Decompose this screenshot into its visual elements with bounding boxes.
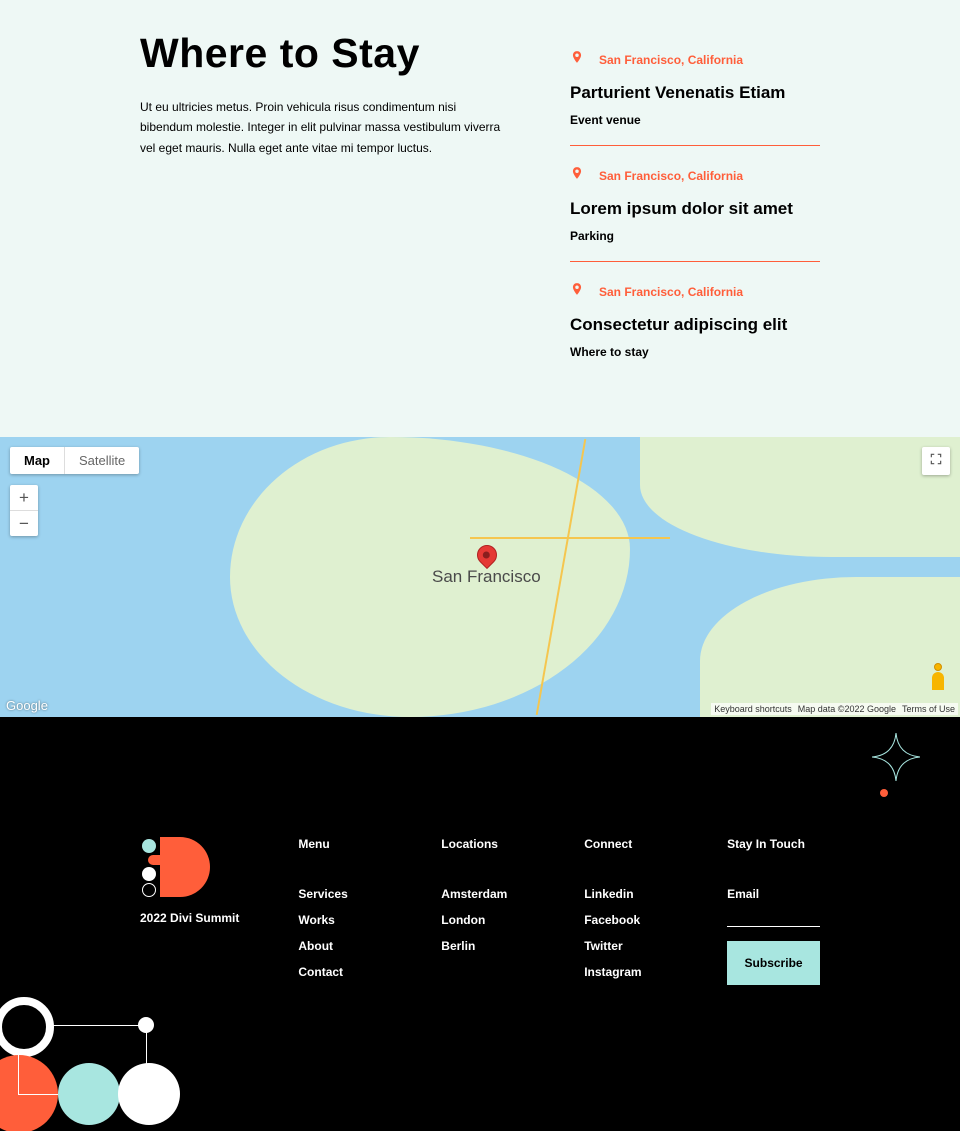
map-type-satellite[interactable]: Satellite bbox=[64, 447, 139, 474]
location-subtitle: Where to stay bbox=[570, 345, 820, 359]
footer-link-berlin[interactable]: Berlin bbox=[441, 939, 534, 953]
footer-subscribe: Stay In Touch Email Subscribe bbox=[727, 837, 820, 991]
fullscreen-button[interactable] bbox=[922, 447, 950, 475]
map-type-map[interactable]: Map bbox=[10, 447, 64, 474]
location-subtitle: Parking bbox=[570, 229, 820, 243]
attrib-terms[interactable]: Terms of Use bbox=[902, 704, 955, 714]
brand-logo-icon bbox=[140, 837, 210, 897]
subscribe-button[interactable]: Subscribe bbox=[727, 941, 820, 985]
pegman-icon[interactable] bbox=[926, 663, 950, 693]
footer-menu: Menu Services Works About Contact bbox=[298, 837, 391, 991]
map-center-label: San Francisco bbox=[432, 567, 541, 587]
footer-link-facebook[interactable]: Facebook bbox=[584, 913, 677, 927]
footer-brand: 2022 Divi Summit bbox=[140, 837, 248, 991]
email-label: Email bbox=[727, 887, 820, 901]
location-item: San Francisco, California Parturient Ven… bbox=[570, 30, 820, 145]
attrib-mapdata: Map data ©2022 Google bbox=[798, 704, 896, 714]
fullscreen-icon bbox=[929, 452, 943, 471]
where-to-stay-section: Where to Stay Ut eu ultricies metus. Pro… bbox=[0, 0, 960, 437]
map-attribution: Keyboard shortcuts Map data ©2022 Google… bbox=[711, 703, 958, 715]
section-heading: Where to Stay bbox=[140, 30, 510, 77]
google-logo: Google bbox=[6, 698, 48, 713]
footer-link-london[interactable]: London bbox=[441, 913, 534, 927]
location-city: San Francisco, California bbox=[599, 169, 743, 183]
footer-connect: Connect Linkedin Facebook Twitter Instag… bbox=[584, 837, 677, 991]
brand-text: 2022 Divi Summit bbox=[140, 911, 248, 925]
footer-locations-heading: Locations bbox=[441, 837, 534, 851]
star-decoration-icon bbox=[872, 733, 920, 781]
map-type-control: Map Satellite bbox=[10, 447, 139, 474]
footer-link-works[interactable]: Works bbox=[298, 913, 391, 927]
footer-link-services[interactable]: Services bbox=[298, 887, 391, 901]
footer-connect-heading: Connect bbox=[584, 837, 677, 851]
location-item: San Francisco, California Consectetur ad… bbox=[570, 261, 820, 377]
section-description: Ut eu ultricies metus. Proin vehicula ri… bbox=[140, 97, 510, 158]
page-footer: 2022 Divi Summit Menu Services Works Abo… bbox=[0, 717, 960, 1131]
location-title: Parturient Venenatis Etiam bbox=[570, 83, 820, 103]
location-city: San Francisco, California bbox=[599, 285, 743, 299]
footer-link-twitter[interactable]: Twitter bbox=[584, 939, 677, 953]
map-pin-icon bbox=[570, 164, 584, 187]
footer-link-about[interactable]: About bbox=[298, 939, 391, 953]
footer-locations: Locations Amsterdam London Berlin bbox=[441, 837, 534, 991]
email-field[interactable] bbox=[727, 907, 820, 927]
footer-subscribe-heading: Stay In Touch bbox=[727, 837, 820, 851]
zoom-in-button[interactable]: + bbox=[10, 485, 38, 510]
zoom-out-button[interactable]: − bbox=[10, 510, 38, 536]
locations-list: San Francisco, California Parturient Ven… bbox=[570, 30, 820, 377]
footer-menu-heading: Menu bbox=[298, 837, 391, 851]
footer-link-linkedin[interactable]: Linkedin bbox=[584, 887, 677, 901]
location-title: Lorem ipsum dolor sit amet bbox=[570, 199, 820, 219]
footer-link-amsterdam[interactable]: Amsterdam bbox=[441, 887, 534, 901]
circles-decoration-icon bbox=[0, 1011, 220, 1131]
map-pin-icon bbox=[570, 280, 584, 303]
footer-link-contact[interactable]: Contact bbox=[298, 965, 391, 979]
dot-decoration-icon bbox=[880, 789, 888, 797]
location-city: San Francisco, California bbox=[599, 53, 743, 67]
map-widget[interactable]: San Francisco Map Satellite + − Google K… bbox=[0, 437, 960, 717]
attrib-shortcuts[interactable]: Keyboard shortcuts bbox=[714, 704, 792, 714]
footer-link-instagram[interactable]: Instagram bbox=[584, 965, 677, 979]
location-item: San Francisco, California Lorem ipsum do… bbox=[570, 145, 820, 261]
map-pin-icon bbox=[570, 48, 584, 71]
location-subtitle: Event venue bbox=[570, 113, 820, 127]
location-title: Consectetur adipiscing elit bbox=[570, 315, 820, 335]
zoom-control: + − bbox=[10, 485, 38, 536]
